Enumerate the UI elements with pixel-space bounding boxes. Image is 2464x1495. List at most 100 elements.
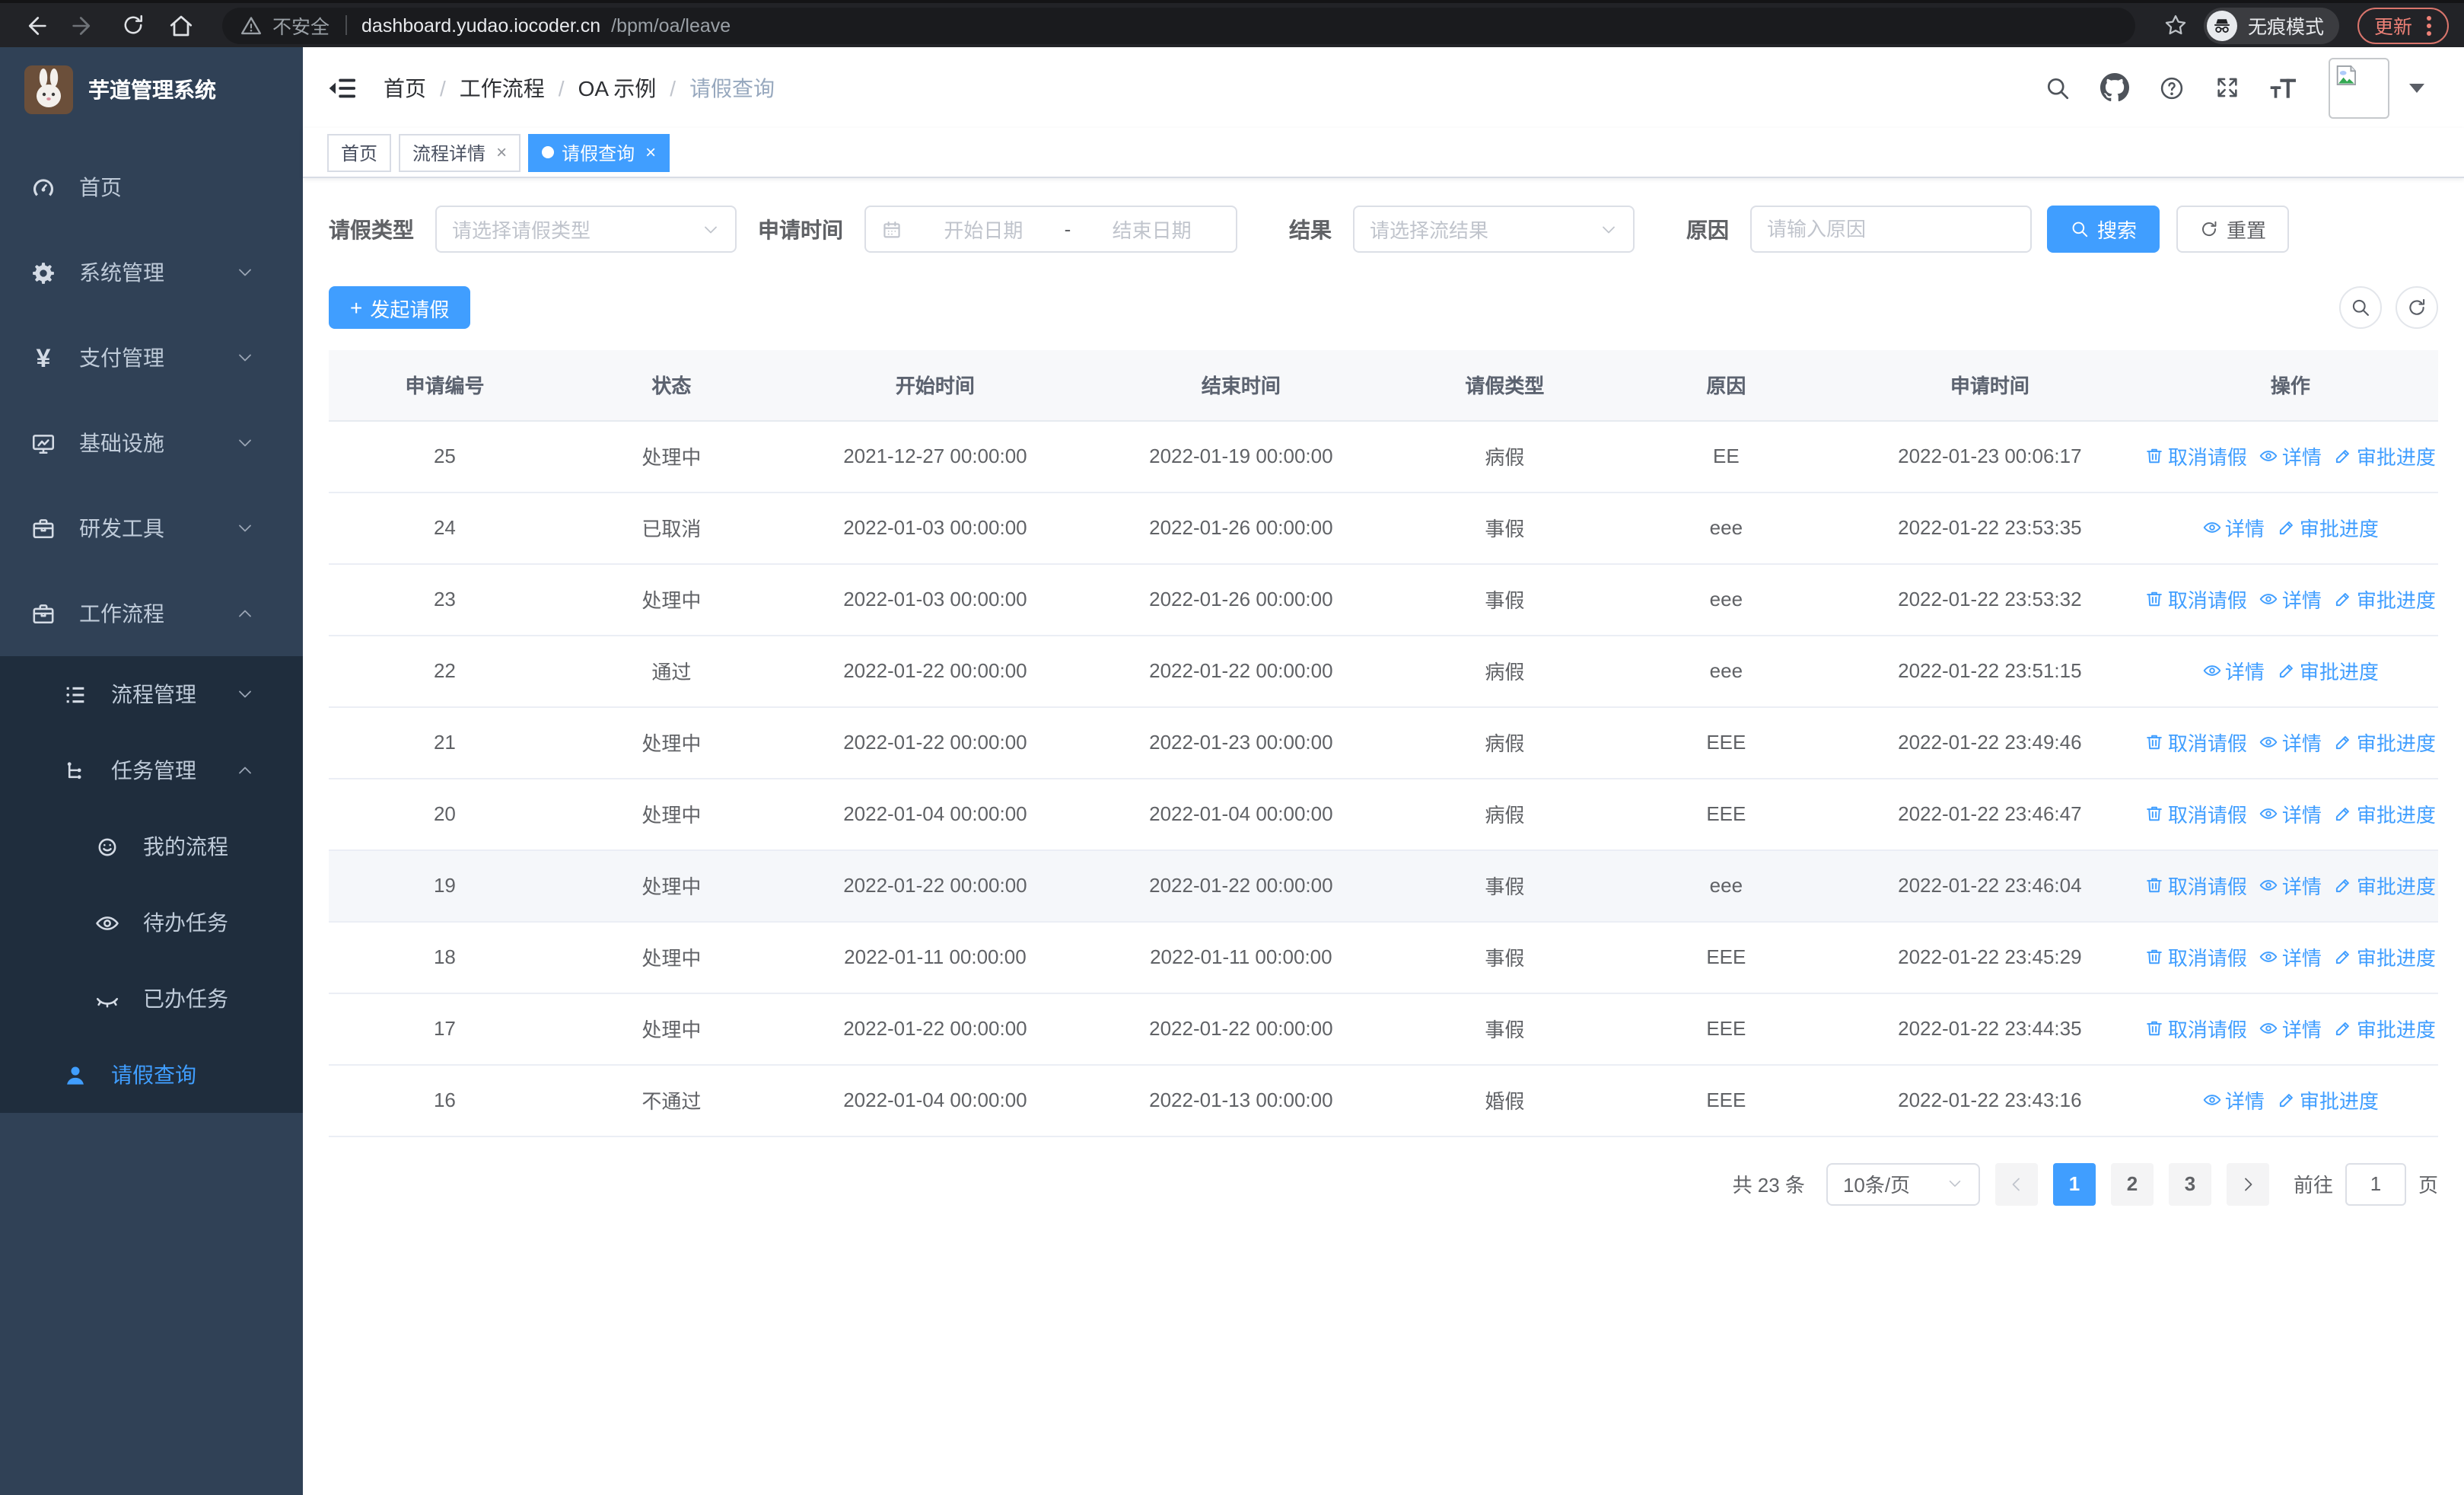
page-button-2[interactable]: 2 (2110, 1162, 2154, 1205)
leave-type-select[interactable]: 请选择请假类型 (435, 206, 737, 253)
progress-action[interactable]: 审批进度 (2334, 441, 2436, 470)
detail-action[interactable]: 详情 (2259, 1014, 2322, 1043)
browser-home-icon[interactable] (161, 5, 201, 45)
fullscreen-icon[interactable] (2214, 75, 2240, 100)
cancel-leave-action[interactable]: 取消请假 (2145, 728, 2247, 757)
page-button-3[interactable]: 3 (2168, 1162, 2211, 1205)
chevron-down-icon (236, 519, 254, 537)
browser-back-icon[interactable] (15, 5, 55, 45)
cancel-leave-action[interactable]: 取消请假 (2145, 799, 2247, 828)
user-menu-caret-icon[interactable] (2409, 83, 2424, 92)
detail-action[interactable]: 详情 (2259, 585, 2322, 614)
search-icon[interactable] (2044, 74, 2071, 101)
cancel-leave-action[interactable]: 取消请假 (2145, 871, 2247, 900)
not-secure-warning-icon[interactable] (240, 14, 262, 36)
cancel-leave-action[interactable]: 取消请假 (2145, 1014, 2247, 1043)
sidebar-item-研发工具[interactable]: 研发工具 (0, 486, 303, 571)
address-bar[interactable]: 不安全 dashboard.yudao.iocoder.cn/bpm/oa/le… (222, 7, 2135, 43)
progress-action[interactable]: 审批进度 (2277, 513, 2379, 542)
breadcrumb-item[interactable]: 工作流程 (460, 72, 545, 103)
next-page-button[interactable] (2226, 1162, 2269, 1205)
user-avatar[interactable] (2329, 57, 2389, 118)
detail-action[interactable]: 详情 (2202, 1085, 2265, 1114)
cell-reason: eee (1615, 563, 1837, 636)
goto-page-input[interactable] (2345, 1162, 2406, 1205)
sidebar-item-任务管理[interactable]: 任务管理 (0, 732, 303, 808)
action-label: 审批进度 (2356, 732, 2436, 755)
tag-请假查询[interactable]: 请假查询 × (528, 133, 670, 171)
cell-actions: 取消请假 详情 审批进度 (2142, 563, 2438, 636)
action-label: 审批进度 (2299, 518, 2379, 540)
column-header-请假类型: 请假类型 (1393, 350, 1616, 421)
progress-action[interactable]: 审批进度 (2334, 799, 2436, 828)
prev-page-button[interactable] (1994, 1162, 2038, 1205)
edit-icon (2334, 446, 2354, 466)
sidebar-logo[interactable]: 芋道管理系统 (0, 47, 303, 132)
sidebar-item-待办任务[interactable]: 待办任务 (0, 885, 303, 961)
browser-update-button[interactable]: 更新 (2357, 7, 2449, 43)
progress-action[interactable]: 审批进度 (2334, 1014, 2436, 1043)
search-button[interactable]: 搜索 (2047, 206, 2160, 253)
tag-流程详情[interactable]: 流程详情 × (399, 133, 521, 171)
column-header-原因: 原因 (1615, 350, 1837, 421)
result-select[interactable]: 请选择流结果 (1353, 206, 1635, 253)
close-icon[interactable]: × (496, 142, 507, 163)
progress-action[interactable]: 审批进度 (2277, 656, 2379, 685)
browser-refresh-icon[interactable] (113, 5, 152, 45)
help-icon[interactable] (2158, 74, 2185, 101)
detail-action[interactable]: 详情 (2259, 799, 2322, 828)
detail-action[interactable]: 详情 (2259, 728, 2322, 757)
reset-button[interactable]: 重置 (2176, 206, 2290, 253)
breadcrumb-item[interactable]: OA 示例 (578, 72, 657, 103)
detail-action[interactable]: 详情 (2259, 942, 2322, 971)
apply-time-range-picker[interactable]: 开始日期 - 结束日期 (864, 206, 1237, 253)
progress-action[interactable]: 审批进度 (2334, 942, 2436, 971)
chevron-down-icon (236, 349, 254, 367)
cancel-leave-action[interactable]: 取消请假 (2145, 441, 2247, 470)
bookmark-star-icon[interactable] (2163, 12, 2189, 38)
browser-forward-icon[interactable] (64, 5, 103, 45)
browser-menu-kebab-icon[interactable] (2426, 14, 2432, 36)
toggle-search-button[interactable] (2339, 286, 2382, 329)
sidebar-item-基础设施[interactable]: 基础设施 (0, 400, 303, 486)
action-label: 详情 (2281, 1018, 2322, 1041)
sidebar-item-请假查询[interactable]: 请假查询 (0, 1037, 303, 1113)
breadcrumb-item[interactable]: 首页 (384, 72, 426, 103)
chevron-down-icon (236, 685, 254, 703)
sidebar-item-首页[interactable]: 首页 (0, 145, 303, 230)
sidebar-item-工作流程[interactable]: 工作流程 (0, 571, 303, 656)
sidebar-item-label: 已办任务 (143, 987, 228, 1011)
result-placeholder: 请选择流结果 (1370, 219, 1489, 242)
progress-action[interactable]: 审批进度 (2334, 871, 2436, 900)
sidebar-item-我的流程[interactable]: 我的流程 (0, 808, 303, 885)
detail-action[interactable]: 详情 (2259, 871, 2322, 900)
cell-id: 19 (329, 850, 561, 922)
sidebar-item-系统管理[interactable]: 系统管理 (0, 230, 303, 315)
progress-action[interactable]: 审批进度 (2277, 1085, 2379, 1114)
page-button-1[interactable]: 1 (2052, 1162, 2096, 1205)
page-size-select[interactable]: 10条/页 (1826, 1162, 1980, 1205)
progress-action[interactable]: 审批进度 (2334, 728, 2436, 757)
sidebar-item-流程管理[interactable]: 流程管理 (0, 656, 303, 732)
table-row: 18 处理中 2022-01-11 00:00:00 2022-01-11 00:00… (329, 921, 2438, 993)
refresh-table-button[interactable] (2396, 286, 2438, 329)
tag-首页[interactable]: 首页 (327, 133, 392, 171)
font-size-icon[interactable] (2269, 72, 2300, 103)
sidebar-item-已办任务[interactable]: 已办任务 (0, 961, 303, 1037)
cell-actions: 取消请假 详情 审批进度 (2142, 420, 2438, 492)
reason-input[interactable] (1767, 218, 2015, 241)
cancel-leave-action[interactable]: 取消请假 (2145, 585, 2247, 614)
cancel-leave-action[interactable]: 取消请假 (2145, 942, 2247, 971)
cell-type: 事假 (1393, 993, 1616, 1065)
github-icon[interactable] (2100, 73, 2129, 102)
progress-action[interactable]: 审批进度 (2334, 585, 2436, 614)
edit-icon (2334, 1018, 2354, 1038)
sidebar-fold-icon[interactable] (327, 72, 358, 103)
chevron-up-icon (236, 761, 254, 779)
detail-action[interactable]: 详情 (2202, 513, 2265, 542)
detail-action[interactable]: 详情 (2259, 441, 2322, 470)
sidebar-item-支付管理[interactable]: ¥ 支付管理 (0, 315, 303, 400)
close-icon[interactable]: × (645, 142, 656, 163)
create-leave-button[interactable]: + 发起请假 (329, 286, 471, 329)
detail-action[interactable]: 详情 (2202, 656, 2265, 685)
